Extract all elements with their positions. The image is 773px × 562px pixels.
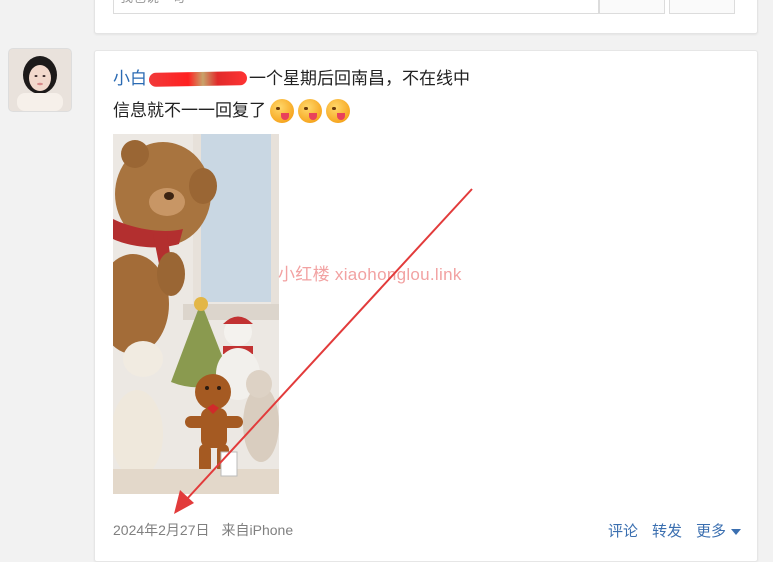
more-label: 更多	[695, 522, 726, 540]
more-button[interactable]: 更多	[696, 520, 741, 541]
tongue-out-emoji-icon	[326, 99, 350, 123]
comment-input[interactable]: 我也说一句	[113, 0, 599, 14]
tongue-out-emoji-icon	[270, 99, 294, 123]
tongue-out-emoji-icon	[298, 99, 322, 123]
post-date[interactable]: 2024年2月27日	[113, 520, 210, 540]
watermark-text: 小红楼 xiaohonglou.link	[278, 265, 462, 284]
post-source: 来自iPhone	[221, 522, 294, 538]
avatar-image	[9, 49, 71, 111]
username-link[interactable]: 小白	[113, 63, 147, 95]
user-avatar[interactable]	[9, 49, 71, 111]
previous-post-card: 我也说一句	[94, 0, 758, 34]
camera-button[interactable]	[599, 0, 665, 14]
image-button[interactable]	[669, 0, 735, 14]
post-text-line-2: 信息就不一一回复了	[113, 95, 737, 127]
post-actions: 评论 转发 更多	[608, 520, 741, 541]
plush-toys-image	[113, 134, 279, 494]
post-text: 小白 一个星期后回南昌，不在线中 信息就不一一回复了	[113, 63, 737, 127]
post-text-content-1: 一个星期后回南昌，不在线中	[249, 69, 470, 88]
post-photo[interactable]	[113, 134, 279, 494]
repost-button[interactable]: 转发	[652, 520, 682, 541]
post-card: 小白 一个星期后回南昌，不在线中 信息就不一一回复了 小红楼 xiaohongl…	[94, 50, 758, 562]
post-text-line-1: 小白 一个星期后回南昌，不在线中	[113, 63, 737, 95]
redaction-mark	[148, 71, 248, 87]
comment-button[interactable]: 评论	[608, 520, 638, 541]
chevron-down-icon	[731, 528, 741, 535]
post-footer: 2024年2月27日 来自iPhone 评论 转发 更多	[113, 518, 741, 542]
post-text-content-2: 信息就不一一回复了	[113, 101, 266, 120]
